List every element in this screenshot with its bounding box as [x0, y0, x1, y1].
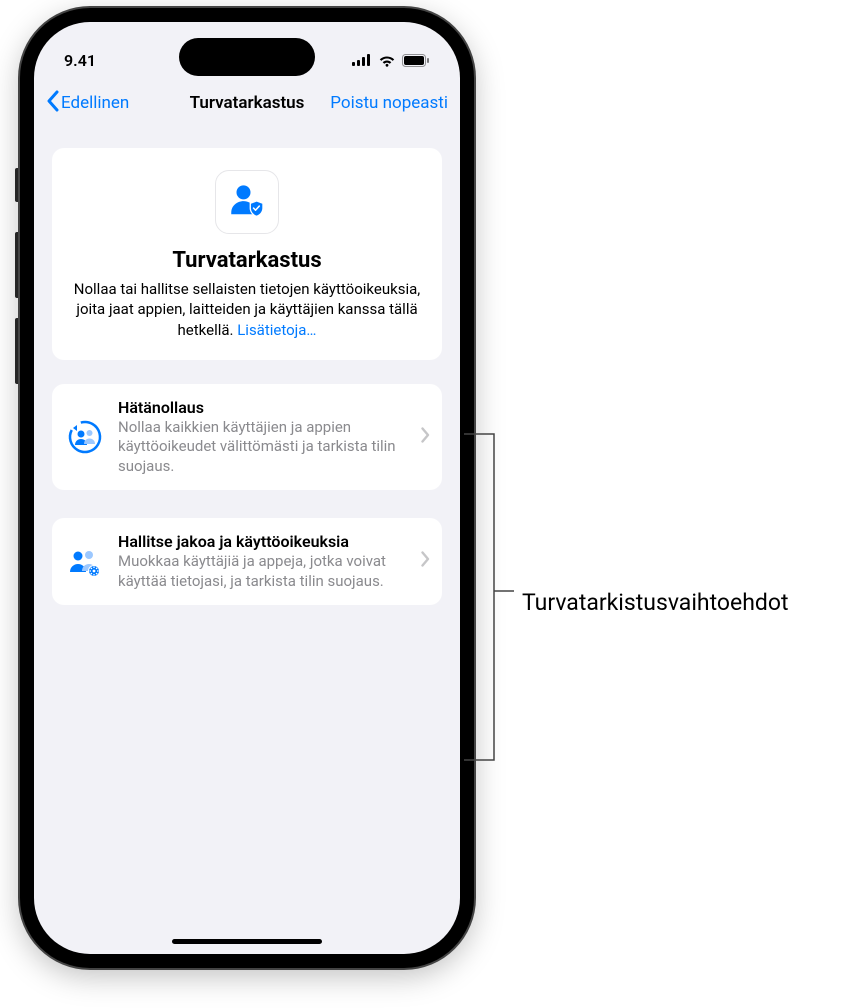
- manage-sharing-icon: [66, 543, 104, 581]
- intro-body: Nollaa tai hallitse sellaisten tietojen …: [68, 279, 426, 340]
- option-description: Nollaa kaikkien käyttäjien ja appien käy…: [118, 418, 407, 477]
- nav-bar: Edellinen Turvatarkastus Poistu nopeasti: [34, 82, 460, 126]
- annotation-callout: Turvatarkistusvaihtoehdot: [460, 430, 530, 765]
- home-indicator[interactable]: [172, 939, 322, 944]
- chevron-right-icon: [421, 427, 430, 448]
- phone-frame: 9.41: [20, 8, 474, 968]
- content-area: Turvatarkastus Nollaa tai hallitse sella…: [34, 126, 460, 605]
- manage-sharing-option[interactable]: Hallitse jakoa ja käyttöoikeuksia Muokka…: [52, 518, 442, 605]
- annotation-label: Turvatarkistusvaihtoehdot: [522, 589, 788, 616]
- intro-title: Turvatarkastus: [68, 248, 426, 273]
- page-title: Turvatarkastus: [190, 93, 305, 113]
- option-title: Hallitse jakoa ja käyttöoikeuksia: [118, 532, 407, 551]
- cellular-signal-icon: [352, 54, 372, 66]
- intro-card: Turvatarkastus Nollaa tai hallitse sella…: [52, 148, 442, 360]
- chevron-left-icon: [46, 90, 59, 116]
- chevron-right-icon: [421, 551, 430, 572]
- emergency-reset-icon: [66, 418, 104, 456]
- wifi-icon: [378, 54, 396, 67]
- back-label: Edellinen: [61, 93, 129, 113]
- learn-more-link[interactable]: Lisätietoja…: [237, 321, 316, 339]
- phone-screen: 9.41: [34, 22, 460, 954]
- safety-check-icon: [215, 170, 279, 234]
- dynamic-island: [179, 38, 315, 76]
- emergency-reset-option[interactable]: Hätänollaus Nollaa kaikkien käyttäjien j…: [52, 384, 442, 491]
- back-button[interactable]: Edellinen: [46, 90, 129, 116]
- option-title: Hätänollaus: [118, 398, 407, 417]
- status-time: 9.41: [64, 51, 96, 70]
- option-description: Muokkaa käyttäjiä ja appeja, jotka voiva…: [118, 552, 407, 591]
- battery-icon: [402, 54, 430, 67]
- quick-exit-button[interactable]: Poistu nopeasti: [330, 93, 448, 113]
